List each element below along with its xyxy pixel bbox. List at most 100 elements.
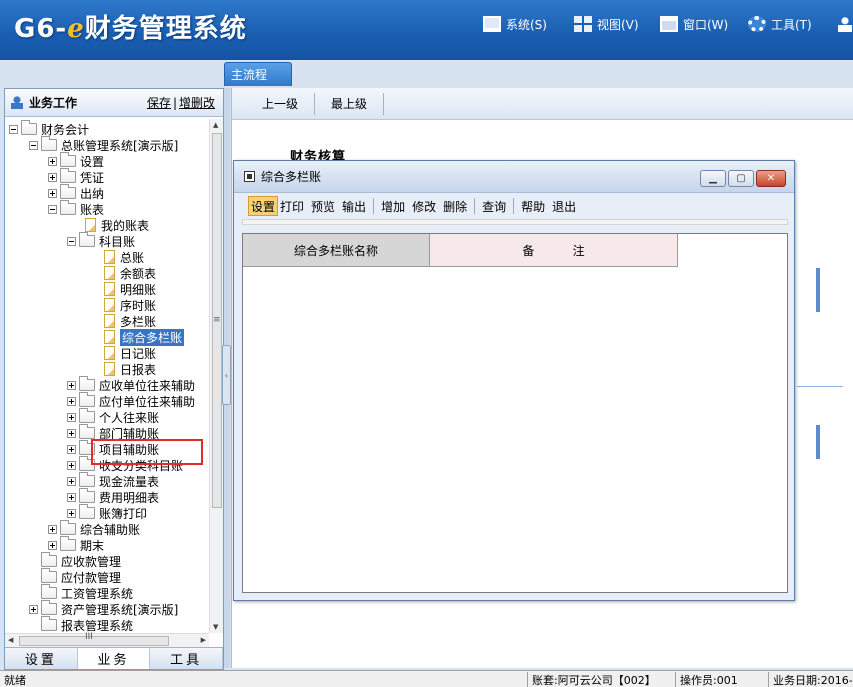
tree-node-reports[interactable]: 账表 [48,200,104,217]
expand-toggle-icon[interactable] [67,380,76,390]
tree-node-asset-mgmt[interactable]: 资产管理系统[演示版] [29,600,178,617]
tree-node-subject-ledger[interactable]: 科目账 [67,232,135,249]
menu-item-delete[interactable]: 删除 [441,196,469,216]
expand-toggle-icon[interactable] [67,460,76,470]
tree-node-voucher[interactable]: 凭证 [48,168,104,185]
top-level-button[interactable]: 最上级 [315,92,385,115]
tree-node-period-end[interactable]: 期末 [48,536,104,553]
close-button[interactable]: ✕ [756,170,786,187]
folder-icon [79,488,95,503]
expand-toggle-icon[interactable] [48,156,57,166]
expand-toggle-icon[interactable] [29,604,38,614]
data-grid[interactable]: 综合多栏账名称 备 注 [242,233,788,593]
tree-horizontal-scrollbar[interactable]: ◀ III ▶ [5,632,209,647]
tree-node-personal-account[interactable]: 个人往来账 [67,408,159,425]
tree-node-label: 明细账 [120,282,157,297]
tree-node-general-ledger[interactable]: 总账管理系统[演示版] [29,136,178,153]
expand-toggle-icon[interactable] [67,476,76,486]
menu-system[interactable]: 系统(S) [483,14,547,34]
window-controls: ▁ ▢ ✕ [700,170,786,187]
tree-node-label: 序时账 [120,298,157,313]
collapse-toggle-icon[interactable] [9,124,18,134]
save-link[interactable]: 保存 [147,96,171,110]
tab-tools[interactable]: 工具 [150,648,224,669]
scroll-right-icon[interactable]: ▶ [201,636,206,644]
expand-toggle-icon[interactable] [67,428,76,438]
edit-link[interactable]: 增删改 [179,96,215,110]
expand-toggle-icon[interactable] [48,172,57,182]
scroll-thumb[interactable] [19,636,169,646]
collapse-toggle-icon[interactable] [48,204,57,214]
tab-main-flow[interactable]: 主流程 [224,62,292,86]
menu-item-exit[interactable]: 退出 [550,196,578,216]
minimize-button[interactable]: ▁ [700,170,726,187]
tree-node-multi-column[interactable]: 多栏账 [104,313,156,329]
scroll-left-icon[interactable]: ◀ [8,636,13,644]
tree-node-receivable-aux[interactable]: 应收单位往来辅助 [67,376,195,393]
tree-node-cash-flow[interactable]: 现金流量表 [67,472,159,489]
menu-item-help[interactable]: 帮助 [519,196,547,216]
folder-icon [60,152,76,167]
menu-window[interactable]: 窗口(W) [660,14,728,34]
monitor-icon [483,16,501,32]
tree-node-combined-multi-column[interactable]: 综合多栏账 [104,328,185,346]
tree-node-payables-mgmt[interactable]: 应付款管理 [29,568,121,585]
tree-node-cashier[interactable]: 出纳 [48,184,104,201]
collapse-panel-icon[interactable]: ‹ [222,345,231,405]
tree-vertical-scrollbar[interactable]: ▲ ≡ ▼ [209,119,223,633]
expand-toggle-icon[interactable] [48,524,57,534]
collapse-toggle-icon[interactable] [67,236,76,246]
menu-item-add[interactable]: 增加 [379,196,407,216]
menu-user[interactable] [838,14,853,34]
tree-node-detail-ledger[interactable]: 明细账 [104,281,156,297]
document-icon [104,314,115,328]
scroll-grip-icon: III [85,632,93,642]
tree-node-my-reports[interactable]: 我的账表 [85,217,149,233]
expand-toggle-icon[interactable] [67,396,76,406]
window-icon [244,171,255,182]
tree-node-expense-detail[interactable]: 费用明细表 [67,488,160,505]
menu-item-query[interactable]: 查询 [480,196,508,216]
tab-business[interactable]: 业务 [77,648,151,669]
expand-toggle-icon[interactable] [48,188,57,198]
tree-node-payable-aux[interactable]: 应付单位往来辅助 [67,392,195,409]
scroll-down-icon[interactable]: ▼ [213,623,218,631]
menu-tools[interactable]: 工具(T) [748,14,812,34]
expand-toggle-icon[interactable] [48,540,57,550]
menu-item-edit[interactable]: 修改 [410,196,438,216]
tree-node-general-account[interactable]: 总账 [104,249,144,265]
tree-node-combined-aux[interactable]: 综合辅助账 [48,520,140,537]
expand-toggle-icon[interactable] [67,412,76,422]
column-header-remarks[interactable]: 备 注 [430,234,678,267]
tree-node-balance-sheet[interactable]: 余额表 [104,265,156,281]
navigation-tree: 财务会计 总账管理系统[演示版] 设置 凭证 出纳 账表 我的账表 科目账 总账… [5,119,209,633]
menu-view[interactable]: 视图(V) [574,14,639,34]
up-one-level-button[interactable]: 上一级 [246,92,316,115]
tab-settings[interactable]: 设置 [5,648,78,669]
dialog-title-bar[interactable]: 综合多栏账 ▁ ▢ ✕ [234,161,794,193]
menu-window-label: 窗口(W) [683,17,729,32]
tree-node-daily-report[interactable]: 日报表 [104,361,156,377]
tree-node-report-mgmt[interactable]: 报表管理系统 [29,616,133,633]
expand-toggle-icon[interactable] [67,444,76,454]
tree-node-financial-accounting[interactable]: 财务会计 [9,120,89,137]
menu-item-preview[interactable]: 预览 [309,196,337,216]
menu-item-export[interactable]: 输出 [340,196,368,216]
menu-item-print[interactable]: 打印 [278,196,306,216]
maximize-button[interactable]: ▢ [728,170,754,187]
tree-node-daybook[interactable]: 日记账 [104,345,156,361]
tree-node-settings[interactable]: 设置 [48,152,104,169]
tree-node-label: 费用明细表 [99,490,160,505]
tree-node-receivables-mgmt[interactable]: 应收款管理 [29,552,121,569]
collapse-toggle-icon[interactable] [29,140,38,150]
scroll-up-icon[interactable]: ▲ [213,121,218,129]
expand-toggle-icon[interactable] [67,492,76,502]
tree-node-book-print[interactable]: 账簿打印 [67,504,147,521]
tree-node-payroll[interactable]: 工资管理系统 [29,584,133,601]
menu-item-settings[interactable]: 设置 [248,196,279,216]
document-icon [104,362,115,376]
column-header-name[interactable]: 综合多栏账名称 [243,234,430,267]
tree-node-journal-sequence[interactable]: 序时账 [104,297,156,313]
expand-toggle-icon[interactable] [67,508,76,518]
